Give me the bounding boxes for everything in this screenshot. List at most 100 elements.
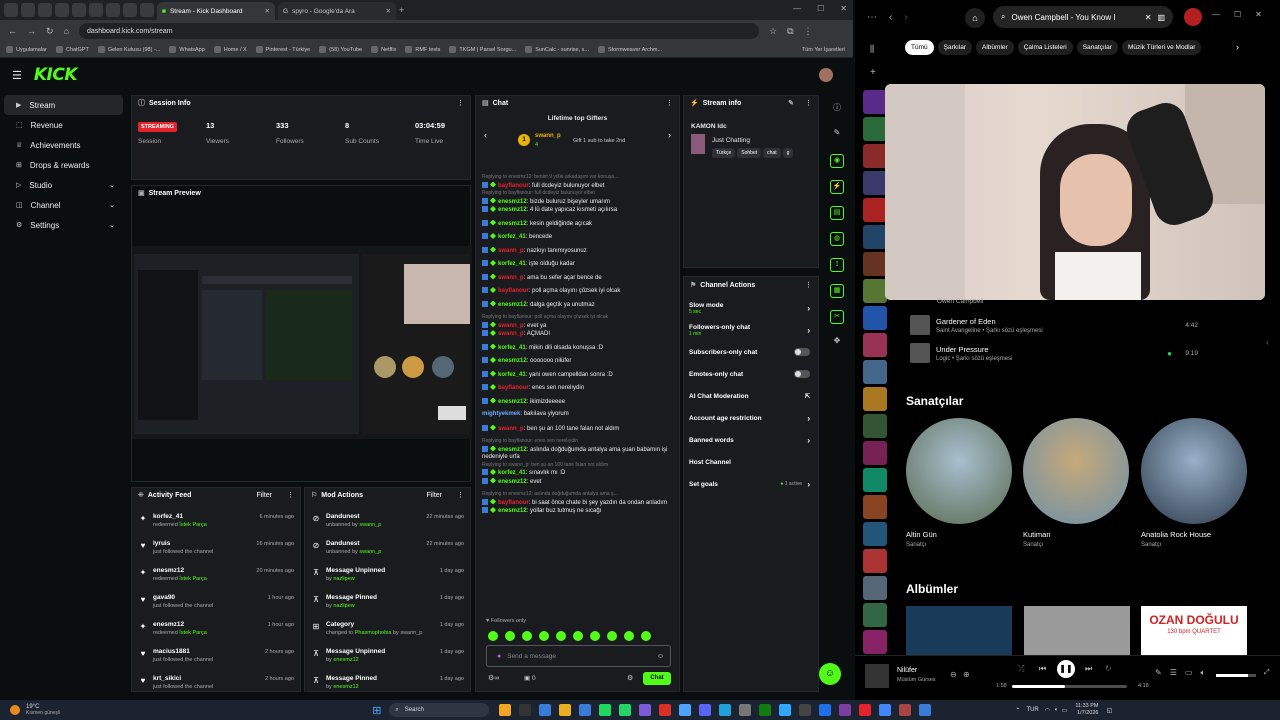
new-tab-icon[interactable]: + xyxy=(399,5,404,15)
mod-action-row[interactable]: ⊼ Message Pinned by enesmz12 1 day ago xyxy=(305,672,470,699)
taskbar-app-icon[interactable] xyxy=(499,704,512,716)
stream-tag[interactable]: Sohbet xyxy=(737,148,762,158)
queue-icon[interactable]: ☰ xyxy=(1170,668,1177,678)
info-icon[interactable]: ⓘ xyxy=(830,102,844,116)
library-item[interactable] xyxy=(863,603,887,627)
bookmark-item[interactable]: Home / X xyxy=(213,46,247,53)
artist-card[interactable]: Kutiman Sanatçı xyxy=(1023,418,1129,548)
chat-message[interactable]: enesmz12: 4 lü date yapıcaz kısmeti açıl… xyxy=(476,206,681,220)
emote-icon[interactable] xyxy=(488,631,498,641)
library-item[interactable] xyxy=(863,495,887,519)
shuffle-icon[interactable]: ⤮ xyxy=(1018,664,1024,674)
chat-message[interactable]: bayflanour: enes sen nerelıydin xyxy=(476,384,681,398)
chat-message[interactable]: enesmz12: ikimizdeeeee xyxy=(476,397,681,412)
chat-settings-icon[interactable]: ⚙∞ xyxy=(488,674,499,682)
collapse-icon[interactable]: ‹ xyxy=(1266,338,1269,347)
reply-context[interactable]: Replying to swann_p: ben şu an 100 tane … xyxy=(482,462,675,470)
url-field[interactable]: dashboard.kick.com/stream xyxy=(78,23,759,39)
add-icon[interactable]: + xyxy=(870,67,876,78)
activity-user[interactable]: krt_sikici xyxy=(153,675,213,682)
minimize-icon[interactable]: — xyxy=(793,4,801,13)
channel-action-set-goals[interactable]: Set goals ● 1 active › xyxy=(684,473,818,495)
sidebar-item-settings[interactable]: ⚙ Settings ⌄ xyxy=(4,215,123,235)
avatar[interactable] xyxy=(1184,8,1202,26)
activity-row[interactable]: ✦ korfez_41 redeemed İstek Parça 6 minutes … xyxy=(132,510,300,537)
library-item[interactable] xyxy=(863,414,887,438)
chat-message[interactable]: swann_p: ama bu sefer açar bence de xyxy=(476,273,681,288)
chat-message[interactable]: enesmz12: kesin geldiğinde açıcak xyxy=(476,219,681,234)
pinned-tab[interactable] xyxy=(123,3,137,17)
activity-row[interactable]: ✦ enesmz12 redeemed İstek Parça 20 minutes … xyxy=(132,564,300,591)
mic-icon[interactable]: ● xyxy=(497,653,501,660)
library-item[interactable] xyxy=(863,198,887,222)
filter-chip[interactable]: Tümü xyxy=(905,40,934,55)
pinned-tab[interactable] xyxy=(21,3,35,17)
library-item[interactable] xyxy=(863,441,887,465)
taskbar-app-icon[interactable] xyxy=(919,704,932,716)
chat-username[interactable]: bayflanour xyxy=(498,500,529,506)
home-icon[interactable]: ⌂ xyxy=(64,26,69,36)
toggle-switch[interactable] xyxy=(794,370,810,378)
taskbar-app-icon[interactable] xyxy=(899,704,912,716)
channel-action-ai-chat-moderation[interactable]: AI Chat Moderation ⇱ xyxy=(684,385,818,407)
chat-message[interactable]: swann_p: AÇMADI xyxy=(476,330,681,344)
library-item[interactable] xyxy=(863,522,887,546)
bookmark-item[interactable]: TKGM | Parsel Sorgu... xyxy=(449,46,516,53)
reply-context[interactable]: Replying to bayflanour: full dcdeyiz bul… xyxy=(482,190,675,198)
taskbar-app-icon[interactable] xyxy=(759,704,772,716)
language-indicator[interactable]: TUR xyxy=(1026,707,1038,713)
track-row[interactable]: Under Pressure Logic • Şarkı sözü eşleşme… xyxy=(910,339,1198,367)
activity-row[interactable]: ✦ enesmz12 redeemed İstek Parça 1 hour ago xyxy=(132,618,300,645)
chat-message[interactable]: Replying to bayflanour: poll açma olayın… xyxy=(476,314,681,330)
taskbar-app-icon[interactable] xyxy=(819,704,832,716)
activity-user[interactable]: macius1881 xyxy=(153,648,213,655)
chat-username[interactable]: swann_p xyxy=(498,275,524,281)
taskbar-app-icon[interactable] xyxy=(839,704,852,716)
mod-action-row[interactable]: ⊼ Message Unpinned by enesmz12 1 day ago xyxy=(305,645,470,672)
weather-widget[interactable]: 19°C Kısmen güneşli xyxy=(26,704,60,716)
sidebar-item-stream[interactable]: ▶ Stream xyxy=(4,95,123,115)
chat-bubble-icon[interactable]: ◍ xyxy=(830,232,844,246)
taskbar-app-icon[interactable] xyxy=(799,704,812,716)
taskbar-app-icon[interactable] xyxy=(859,704,872,716)
stream-tag[interactable]: chat xyxy=(763,148,781,158)
progress-bar[interactable] xyxy=(1012,685,1127,688)
mod-action-user[interactable]: swann_p xyxy=(359,522,381,528)
channel-action-banned-words[interactable]: Banned words › xyxy=(684,429,818,451)
now-playing-art[interactable] xyxy=(865,664,889,688)
reply-context[interactable]: Replying to enesmz12: aslında doğduğumda… xyxy=(482,491,675,499)
library-item[interactable] xyxy=(863,333,887,357)
emote-icon[interactable] xyxy=(522,631,532,641)
emote-icon[interactable] xyxy=(607,631,617,641)
battery-icon[interactable]: ▭ xyxy=(1062,707,1068,714)
pinned-tab[interactable] xyxy=(106,3,120,17)
all-bookmarks[interactable]: Tüm Yer İşaretleri xyxy=(802,47,845,53)
network-icon[interactable]: ◠ xyxy=(1045,707,1050,714)
activity-row[interactable]: ♥ gava90 just followed the channel 1 hour a… xyxy=(132,591,300,618)
pencil-icon[interactable]: ✎ xyxy=(830,128,844,142)
maximize-icon[interactable]: ☐ xyxy=(1234,10,1241,19)
pinned-tab[interactable] xyxy=(72,3,86,17)
taskbar-app-icon[interactable] xyxy=(699,704,712,716)
track-row[interactable]: Gardener of Eden Saint Avangeline • Şarkı… xyxy=(910,311,1198,339)
chat-username[interactable]: korfez_41 xyxy=(498,470,526,476)
sidebar-item-achievements[interactable]: ♕ Achievements xyxy=(4,135,123,155)
taskbar-app-icon[interactable] xyxy=(879,704,892,716)
mod-action-row[interactable]: ⊞ Category changed to Phasmophobia by swan… xyxy=(305,618,470,645)
reply-context[interactable]: Replying to enesmz12: benim 9 yıllık ark… xyxy=(482,174,675,182)
chat-message[interactable]: Replying to swann_p: ben şu an 100 tane … xyxy=(476,462,681,478)
taskbar-app-icon[interactable] xyxy=(679,704,692,716)
broadcast-icon[interactable]: ⟟ xyxy=(830,258,844,272)
reply-context[interactable]: Replying to bayflanour: enes sen nerelıy… xyxy=(482,438,675,446)
previous-icon[interactable]: ⏮ xyxy=(1039,664,1046,674)
reload-icon[interactable]: ↻ xyxy=(46,26,54,37)
chat-username[interactable]: bayflanour xyxy=(498,385,529,391)
chat-username[interactable]: enesmz12 xyxy=(498,358,527,364)
more-icon[interactable]: ⋮ xyxy=(805,99,812,107)
clipboard-icon[interactable]: ▤ xyxy=(830,206,844,220)
chat-username[interactable]: enesmz12 xyxy=(498,479,527,485)
stream-tag[interactable]: g xyxy=(782,148,794,158)
chat-message[interactable]: enesmz12: dalga geçtik ya unutmaz xyxy=(476,300,681,315)
taskbar-app-icon[interactable] xyxy=(599,704,612,716)
channel-action-emotes-only-chat[interactable]: Emotes-only chat xyxy=(684,363,818,385)
